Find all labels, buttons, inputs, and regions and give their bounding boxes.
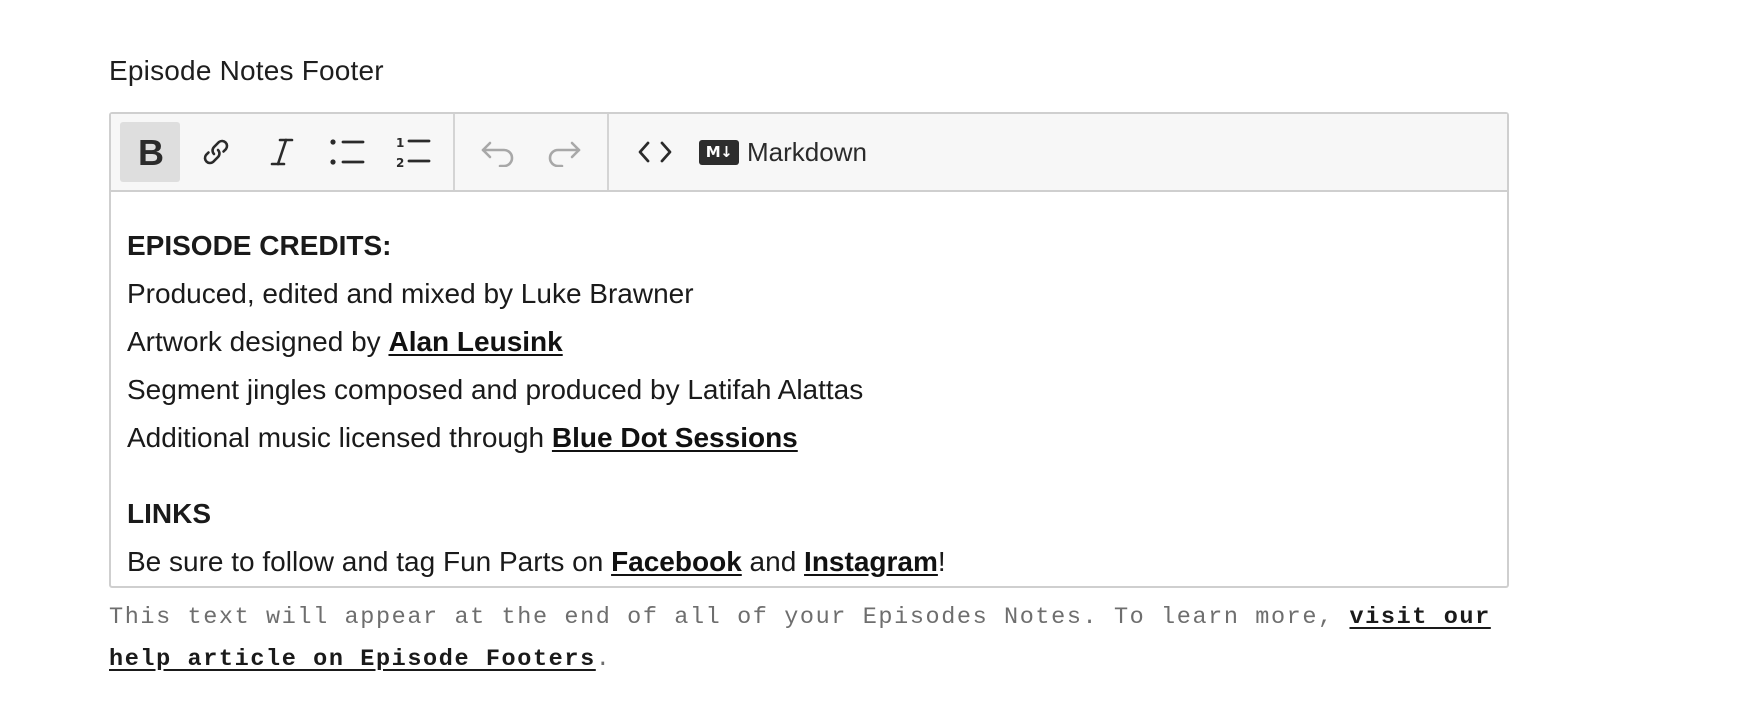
code-icon — [637, 139, 673, 165]
history-group — [455, 114, 607, 190]
svg-text:2: 2 — [396, 156, 404, 169]
undo-icon — [480, 137, 516, 167]
links-line: Be sure to follow and tag Fun Parts on F… — [127, 546, 946, 577]
field-label: Episode Notes Footer — [109, 55, 384, 86]
instagram-link[interactable]: Instagram — [804, 546, 938, 577]
markdown-label: Markdown — [747, 136, 867, 167]
help-text: This text will appear at the end of all … — [109, 604, 1491, 673]
link-icon — [200, 136, 232, 168]
credit-line: Segment jingles composed and produced by… — [127, 374, 864, 405]
bold-icon: B — [135, 135, 165, 169]
blue-dot-sessions-link[interactable]: Blue Dot Sessions — [552, 422, 798, 453]
italic-icon — [268, 136, 296, 168]
format-group: B 1 2 — [111, 114, 453, 190]
view-group: M↓ Markdown — [609, 114, 867, 190]
link-button[interactable] — [186, 122, 246, 182]
italic-button[interactable] — [252, 122, 312, 182]
bullet-list-icon — [329, 136, 367, 168]
redo-icon — [546, 137, 582, 167]
rich-text-editor: B 1 2 M↓ Markdown EPISODE CREDITS: Produ… — [109, 112, 1509, 588]
bullet-list-button[interactable] — [318, 122, 378, 182]
ordered-list-icon: 1 2 — [395, 135, 433, 169]
alan-leusink-link[interactable]: Alan Leusink — [388, 326, 562, 357]
svg-text:B: B — [138, 135, 164, 169]
credits-heading: EPISODE CREDITS: — [127, 230, 392, 261]
editor-toolbar: B 1 2 M↓ Markdown — [111, 114, 1507, 192]
code-view-button[interactable] — [625, 122, 685, 182]
credit-line: Additional music licensed through Blue D… — [127, 422, 798, 453]
links-heading: LINKS — [127, 498, 211, 529]
markdown-toggle[interactable]: M↓ Markdown — [699, 122, 867, 182]
ordered-list-button[interactable]: 1 2 — [384, 122, 444, 182]
facebook-link[interactable]: Facebook — [611, 546, 742, 577]
markdown-icon: M↓ — [699, 139, 739, 165]
credit-line: Produced, edited and mixed by Luke Brawn… — [127, 278, 694, 309]
svg-text:1: 1 — [396, 136, 404, 150]
bold-button[interactable]: B — [120, 122, 180, 182]
redo-button[interactable] — [534, 122, 594, 182]
undo-button[interactable] — [468, 122, 528, 182]
editor-content[interactable]: EPISODE CREDITS: Produced, edited and mi… — [111, 192, 1507, 586]
credit-line: Artwork designed by Alan Leusink — [127, 326, 563, 357]
